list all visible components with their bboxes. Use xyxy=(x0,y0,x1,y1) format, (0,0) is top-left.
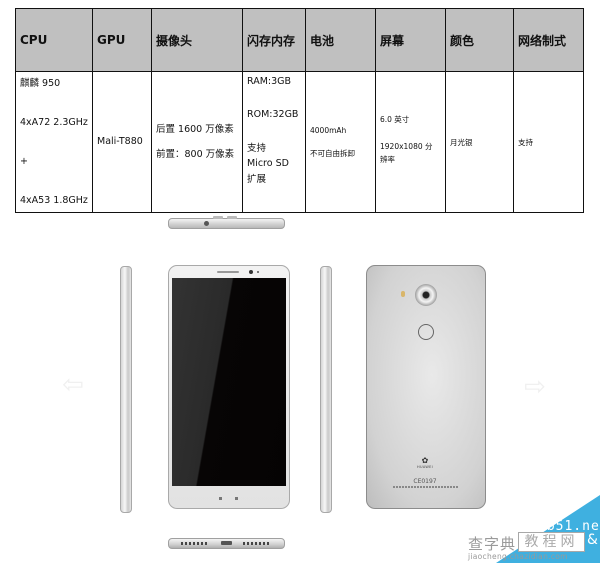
header-gpu: GPU xyxy=(92,8,152,72)
top-button xyxy=(213,216,223,219)
memory-line: 扩展 xyxy=(247,173,267,185)
memory-line: 支持 xyxy=(247,142,267,154)
flash-icon xyxy=(401,291,405,297)
cpu-line: 4xA53 1.8GHz xyxy=(20,194,88,206)
phone-screen xyxy=(172,278,286,486)
header-row: CPU GPU 摄像头 闪存内存 电池 屏幕 颜色 网络制式 xyxy=(15,8,584,72)
front-camera-icon xyxy=(249,270,253,274)
table-row: 麒麟 950 4xA72 2.3GHz + 4xA53 1.8GHz Mali-… xyxy=(15,71,584,213)
cell-battery: 4000mAh 不可自由拆卸 xyxy=(305,71,376,213)
arrow-right-icon[interactable]: ⇨ xyxy=(520,372,550,402)
header-cpu: CPU xyxy=(15,8,93,72)
cell-gpu: Mali-T880 xyxy=(92,71,152,213)
cell-camera: 后置 1600 万像素 前置：800 万像素 xyxy=(151,71,243,213)
cell-color: 月光银 xyxy=(445,71,514,213)
phone-bottom-edge xyxy=(168,538,285,549)
cell-network: 支持 xyxy=(513,71,584,213)
network-value: 支持 xyxy=(518,137,533,147)
phone-right-side xyxy=(320,266,332,513)
usb-port-icon xyxy=(221,541,232,545)
color-value: 月光银 xyxy=(450,137,473,147)
product-images: ✿ HUAWEI CE0197 ⇦ ⇨ xyxy=(0,210,600,563)
header-battery: 电池 xyxy=(305,8,376,72)
memory-line: RAM:3GB xyxy=(247,76,292,87)
earpiece-icon xyxy=(217,271,239,273)
headphone-jack-icon xyxy=(204,221,209,226)
screen-resolution-b: 辨率 xyxy=(380,155,395,164)
arrow-left-icon[interactable]: ⇦ xyxy=(58,370,88,400)
memory-line: ROM:32GB xyxy=(247,109,299,121)
rear-camera-icon xyxy=(415,284,437,306)
battery-note: 不可自由拆卸 xyxy=(310,149,355,158)
cell-cpu: 麒麟 950 4xA72 2.3GHz + 4xA53 1.8GHz xyxy=(15,71,93,213)
screen-resolution: 1920x1080 分 辨率 xyxy=(380,142,445,169)
speaker-grill-icon xyxy=(181,542,209,545)
spec-table: CPU GPU 摄像头 闪存内存 电池 屏幕 颜色 网络制式 麒麟 950 4x… xyxy=(15,8,584,213)
phone-left-side xyxy=(120,266,132,513)
screen-size: 6.0 英寸 xyxy=(380,115,410,124)
phone-front xyxy=(168,265,290,509)
watermark-tail: & xyxy=(587,532,598,548)
back-logo-text: HUAWEI xyxy=(417,465,433,469)
huawei-logo-icon: ✿ xyxy=(421,456,429,465)
camera-front: 前置：800 万像素 xyxy=(156,149,235,160)
screen-resolution-a: 1920x1080 分 xyxy=(380,142,433,151)
watermark-box: 教程网 xyxy=(518,532,585,552)
speaker-grill-icon xyxy=(243,542,271,545)
sensor-icon xyxy=(257,271,259,273)
header-network: 网络制式 xyxy=(513,8,584,72)
camera-rear: 后置 1600 万像素 xyxy=(156,123,234,135)
cell-memory: RAM:3GB ROM:32GB 支持 Micro SD 扩展 xyxy=(242,71,306,213)
phone-back: ✿ HUAWEI CE0197 xyxy=(366,265,486,509)
cpu-line: 4xA72 2.3GHz xyxy=(20,116,88,128)
watermark-url: jiaocheng.chazidian.com xyxy=(468,552,568,561)
battery-capacity: 4000mAh xyxy=(310,126,347,135)
gpu-value: Mali-T880 xyxy=(97,136,143,148)
back-fine-print xyxy=(393,486,459,488)
phone-top-edge xyxy=(168,216,285,229)
top-button xyxy=(227,216,237,219)
cell-screen: 6.0 英寸 1920x1080 分 辨率 xyxy=(375,71,446,213)
header-color: 颜色 xyxy=(445,8,514,72)
header-memory: 闪存内存 xyxy=(242,8,306,72)
header-screen: 屏幕 xyxy=(375,8,446,72)
nav-key-icon xyxy=(235,497,238,500)
nav-key-icon xyxy=(219,497,222,500)
header-camera: 摄像头 xyxy=(151,8,243,72)
cpu-line: 麒麟 950 xyxy=(20,78,61,89)
cpu-line: + xyxy=(20,155,28,167)
watermark-brand: 查字典 xyxy=(468,535,517,553)
memory-line: Micro SD xyxy=(247,158,289,170)
fingerprint-sensor-icon xyxy=(418,324,434,340)
back-cert-text: CE0197 xyxy=(413,478,437,485)
